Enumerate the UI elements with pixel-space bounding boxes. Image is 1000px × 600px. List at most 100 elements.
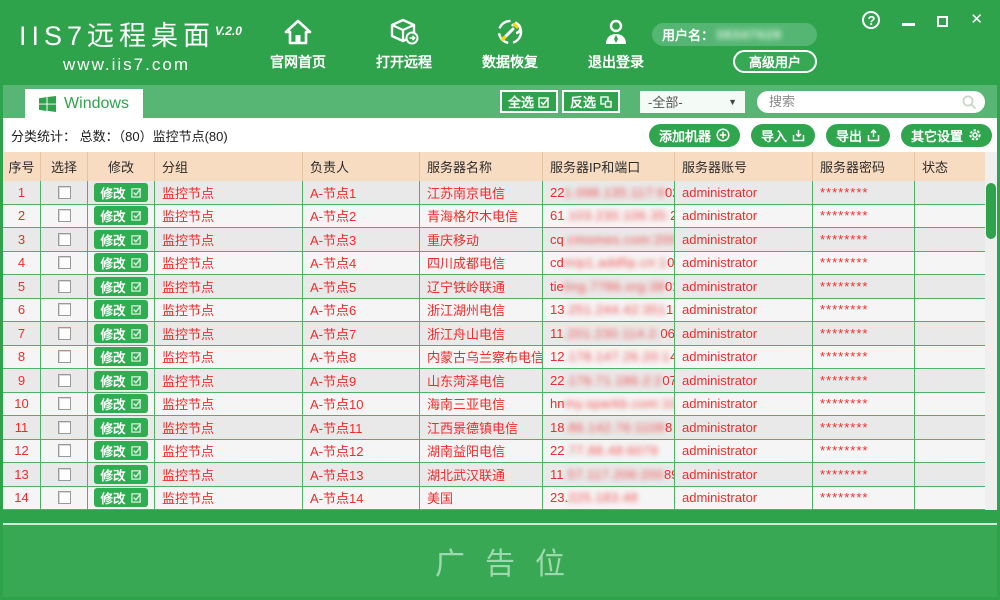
row-checkbox[interactable] bbox=[58, 280, 71, 293]
table-row[interactable]: 11修改监控节点A-节点11江西景德镇电信18.86.142.76:11088a… bbox=[3, 416, 985, 440]
cell-serial: 1 bbox=[3, 181, 41, 204]
cell-owner: A-节点6 bbox=[303, 299, 420, 322]
other-settings-button[interactable]: 其它设置 bbox=[901, 124, 992, 147]
modify-button[interactable]: 修改 bbox=[94, 441, 147, 460]
row-checkbox[interactable] bbox=[58, 256, 71, 269]
cell-password: ******** bbox=[813, 346, 915, 369]
table-row[interactable]: 4修改监控节点A-节点4四川成都电信cdmip1.addfip.cn:102ad… bbox=[3, 252, 985, 276]
row-checkbox[interactable] bbox=[58, 421, 71, 434]
table-row[interactable]: 1修改监控节点A-节点1江苏南京电信221.098.135.117:902adm… bbox=[3, 181, 985, 205]
row-checkbox[interactable] bbox=[58, 303, 71, 316]
username-masked-value: 38347628 bbox=[716, 27, 782, 42]
nav-label: 数据恢复 bbox=[482, 52, 538, 72]
column-header: 修改 bbox=[88, 152, 155, 181]
modify-button[interactable]: 修改 bbox=[94, 230, 147, 249]
table-row[interactable]: 14修改监控节点A-节点14美国23.225.183.48administrat… bbox=[3, 487, 985, 511]
search-icon[interactable] bbox=[961, 94, 977, 110]
cell-group: 监控节点 bbox=[155, 228, 303, 251]
modify-button[interactable]: 修改 bbox=[94, 371, 147, 390]
search-input[interactable] bbox=[769, 94, 961, 109]
tab-windows[interactable]: Windows bbox=[25, 89, 143, 118]
export-button[interactable]: 导出 bbox=[826, 124, 890, 147]
row-checkbox[interactable] bbox=[58, 491, 71, 504]
row-checkbox[interactable] bbox=[58, 468, 71, 481]
maximize-button[interactable] bbox=[937, 16, 948, 27]
row-checkbox[interactable] bbox=[58, 209, 71, 222]
username-pill: 用户名： 38347628 bbox=[652, 23, 817, 46]
modify-button[interactable]: 修改 bbox=[94, 488, 147, 507]
select-all-button[interactable]: 全选 bbox=[500, 90, 558, 113]
scrollbar-thumb[interactable] bbox=[986, 183, 996, 239]
cell-serial: 2 bbox=[3, 205, 41, 228]
modify-label: 修改 bbox=[100, 465, 125, 484]
table-row[interactable]: 6修改监控节点A-节点6浙江湖州电信13.251.244.42:35113adm… bbox=[3, 299, 985, 323]
modify-label: 修改 bbox=[100, 183, 125, 202]
row-checkbox[interactable] bbox=[58, 186, 71, 199]
cell-password: ******** bbox=[813, 416, 915, 439]
table-row[interactable]: 2修改监控节点A-节点2青海格尔木电信61.103.230.106.35:27a… bbox=[3, 205, 985, 229]
cell-group: 监控节点 bbox=[155, 487, 303, 510]
ip-prefix: 18 bbox=[550, 420, 564, 435]
nav-item-data-recovery[interactable]: 数据恢复 bbox=[474, 17, 546, 72]
modify-button[interactable]: 修改 bbox=[94, 253, 147, 272]
import-button[interactable]: 导入 bbox=[751, 124, 815, 147]
cell-password: ******** bbox=[813, 205, 915, 228]
modify-button[interactable]: 修改 bbox=[94, 300, 147, 319]
nav-item-home[interactable]: 官网首页 bbox=[262, 17, 334, 72]
nav-item-logout[interactable]: 退出登录 bbox=[580, 17, 652, 72]
cell-owner: A-节点9 bbox=[303, 369, 420, 392]
row-checkbox[interactable] bbox=[58, 397, 71, 410]
close-button[interactable]: ✕ bbox=[970, 11, 983, 29]
checkbox-check-icon bbox=[131, 281, 142, 292]
ip-masked: mip1.addfip.cn:1 bbox=[564, 255, 667, 270]
cell-group: 监控节点 bbox=[155, 275, 303, 298]
table-row[interactable]: 3修改监控节点A-节点3重庆移动cq.cmomes.com:20008admin… bbox=[3, 228, 985, 252]
table-row[interactable]: 5修改监控节点A-节点5辽宁铁岭联通tieling.7786.org:3801a… bbox=[3, 275, 985, 299]
table-row[interactable]: 7修改监控节点A-节点7浙江舟山电信11.201.230.114.2:06adm… bbox=[3, 322, 985, 346]
app-website: www.iis7.com bbox=[19, 55, 234, 75]
ad-banner[interactable]: 广告位 bbox=[3, 525, 997, 597]
modify-button[interactable]: 修改 bbox=[94, 465, 147, 484]
row-checkbox[interactable] bbox=[58, 444, 71, 457]
column-header: 状态 bbox=[915, 152, 985, 181]
row-checkbox[interactable] bbox=[58, 233, 71, 246]
cell-select bbox=[41, 205, 88, 228]
help-button[interactable]: ? bbox=[862, 11, 880, 29]
nav-label: 官网首页 bbox=[270, 52, 326, 72]
modify-button[interactable]: 修改 bbox=[94, 277, 147, 296]
modify-label: 修改 bbox=[100, 277, 125, 296]
modify-button[interactable]: 修改 bbox=[94, 394, 147, 413]
cell-account: administrator bbox=[675, 181, 813, 204]
cell-status bbox=[915, 416, 985, 439]
modify-button[interactable]: 修改 bbox=[94, 206, 147, 225]
modify-button[interactable]: 修改 bbox=[94, 183, 147, 202]
table-row[interactable]: 9修改监控节点A-节点9山东菏泽电信22.176.71.186.2:207adm… bbox=[3, 369, 985, 393]
ip-prefix: hn bbox=[550, 396, 564, 411]
minimize-button[interactable] bbox=[902, 23, 915, 26]
row-checkbox[interactable] bbox=[58, 350, 71, 363]
checkbox-check-icon bbox=[131, 210, 142, 221]
table-row[interactable]: 10修改监控节点A-节点10海南三亚电信hnmy.sparkb.com:1000… bbox=[3, 393, 985, 417]
invert-select-button[interactable]: 反选 bbox=[562, 90, 620, 113]
modify-button[interactable]: 修改 bbox=[94, 324, 147, 343]
table-row[interactable]: 12修改监控节点A-节点12湖南益阳电信22.77.88.48:6079admi… bbox=[3, 440, 985, 464]
cell-modify: 修改 bbox=[88, 205, 155, 228]
modify-button[interactable]: 修改 bbox=[94, 347, 147, 366]
row-checkbox[interactable] bbox=[58, 327, 71, 340]
group-filter-dropdown[interactable]: -全部- ▼ bbox=[640, 91, 745, 113]
ip-prefix: 23. bbox=[550, 490, 568, 505]
user-level-badge[interactable]: 高级用户 bbox=[733, 50, 817, 73]
cell-server-name: 湖北武汉联通 bbox=[420, 463, 543, 486]
nav-item-open-remote[interactable]: 打开远程 bbox=[368, 17, 440, 72]
cell-account: administrator bbox=[675, 463, 813, 486]
cell-group: 监控节点 bbox=[155, 299, 303, 322]
modify-button[interactable]: 修改 bbox=[94, 418, 147, 437]
table-row[interactable]: 13修改监控节点A-节点13湖北武汉联通11.57.117.206:20089a… bbox=[3, 463, 985, 487]
vertical-scrollbar[interactable] bbox=[985, 152, 997, 510]
table-row[interactable]: 8修改监控节点A-节点8内蒙古乌兰察布电信12.178.147.26.20:14… bbox=[3, 346, 985, 370]
cell-owner: A-节点5 bbox=[303, 275, 420, 298]
cell-owner: A-节点13 bbox=[303, 463, 420, 486]
invert-selection-icon bbox=[600, 96, 612, 108]
row-checkbox[interactable] bbox=[58, 374, 71, 387]
add-machine-button[interactable]: 添加机器 bbox=[649, 124, 740, 147]
